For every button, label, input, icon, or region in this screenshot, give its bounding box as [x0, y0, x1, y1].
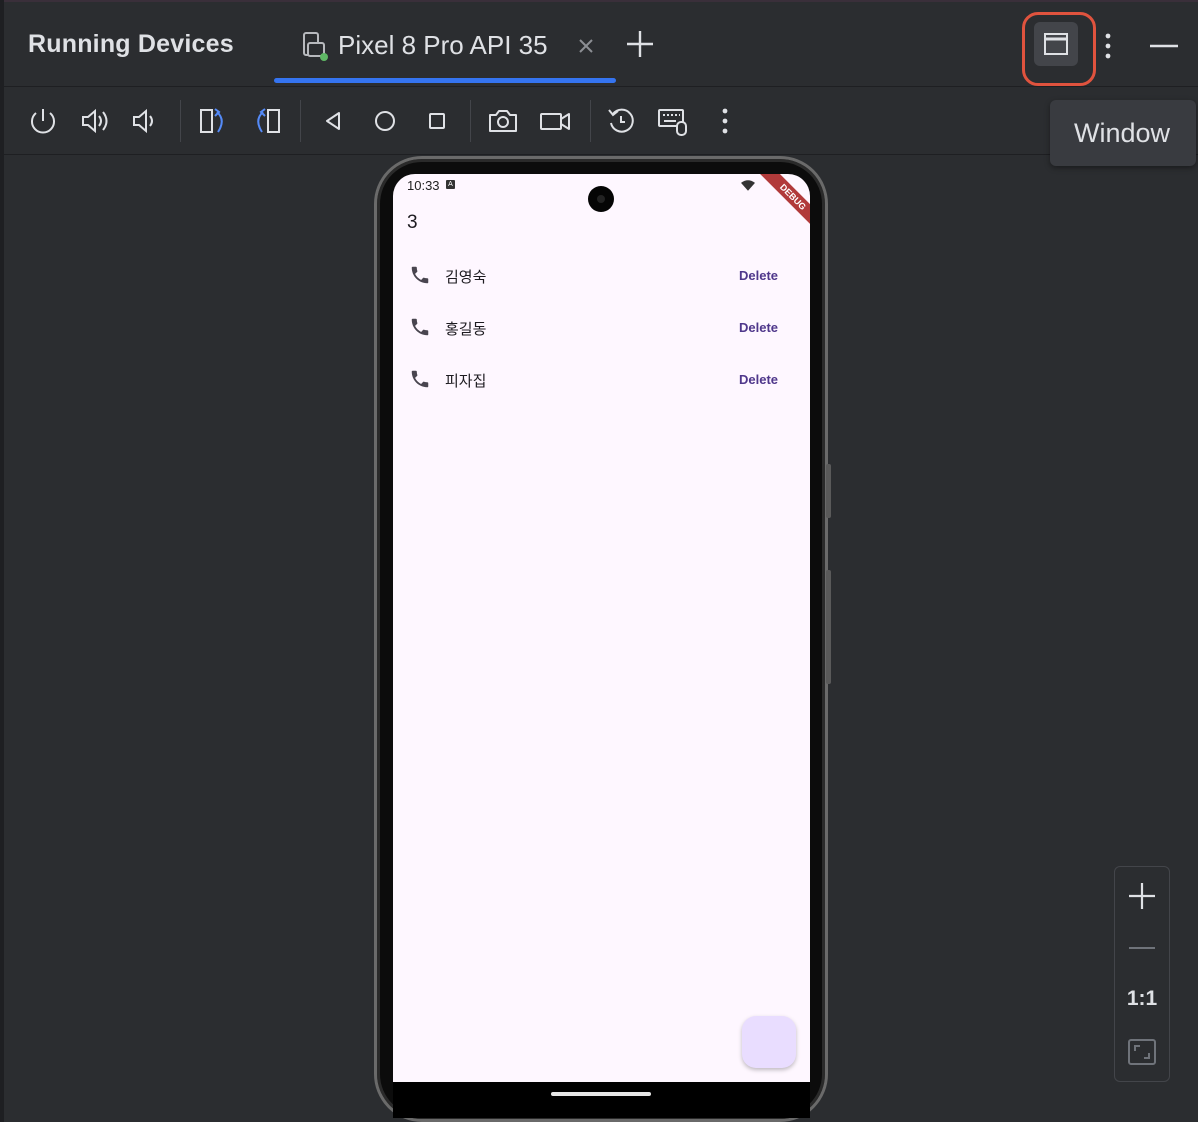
list-item[interactable]: 김영숙 Delete: [393, 250, 810, 302]
keyboard-mouse-icon[interactable]: [656, 104, 690, 138]
volume-down-icon[interactable]: [128, 104, 162, 138]
device-side-button: [826, 570, 831, 684]
screenshot-icon[interactable]: [486, 104, 520, 138]
zoom-in-icon[interactable]: [1127, 881, 1157, 911]
device-toolbar: [4, 86, 1198, 155]
overview-icon[interactable]: [420, 104, 454, 138]
delete-button[interactable]: Delete: [739, 320, 778, 335]
contact-name: 김영숙: [445, 269, 487, 286]
screen-record-icon[interactable]: [538, 104, 572, 138]
power-icon[interactable]: [26, 104, 60, 138]
tab-label: Pixel 8 Pro API 35: [338, 30, 548, 60]
left-gutter: [0, 0, 4, 1122]
toolbar-separator: [300, 100, 301, 142]
contact-name: 홍길동: [445, 321, 487, 338]
delete-button[interactable]: Delete: [739, 372, 778, 387]
device-screen[interactable]: 10:33 A DEBUG 3 김영숙 Delete 홍길동 Delete 피자…: [393, 174, 810, 1082]
delete-button[interactable]: Delete: [739, 268, 778, 283]
phone-icon: [411, 266, 429, 284]
zoom-fit-icon[interactable]: [1127, 1037, 1157, 1067]
tab-pixel-8-pro[interactable]: Pixel 8 Pro API 35: [274, 2, 616, 86]
phone-icon: [411, 318, 429, 336]
contact-name: 피자집: [445, 373, 487, 390]
reset-icon[interactable]: [604, 104, 638, 138]
toolbar-separator: [470, 100, 471, 142]
window-tooltip: Window: [1050, 100, 1196, 166]
add-icon[interactable]: [624, 28, 656, 60]
device-navigation-bar: [393, 1082, 810, 1118]
toolbar-separator: [590, 100, 591, 142]
zoom-controls: 1:1: [1114, 866, 1170, 1082]
tooltip-text: Window: [1074, 118, 1171, 148]
device-icon: [303, 32, 328, 61]
more-vertical-icon[interactable]: [708, 104, 742, 138]
highlight-box: [1022, 12, 1096, 86]
wifi-icon: [741, 180, 755, 191]
rotate-right-icon[interactable]: [250, 104, 284, 138]
back-icon[interactable]: [316, 104, 350, 138]
status-notification-icon: A: [446, 180, 455, 189]
counter-text: 3: [407, 212, 418, 233]
gesture-handle[interactable]: [551, 1092, 651, 1096]
tool-window-title: Running Devices: [28, 30, 234, 58]
active-tab-indicator: [274, 78, 616, 83]
phone-icon: [411, 370, 429, 388]
close-icon[interactable]: [576, 36, 596, 56]
camera-icon: [588, 186, 614, 212]
zoom-actual-size-button[interactable]: 1:1: [1115, 987, 1169, 1011]
rotate-left-icon[interactable]: [196, 104, 230, 138]
device-side-button: [826, 464, 831, 518]
floating-action-button[interactable]: [742, 1016, 796, 1068]
home-icon[interactable]: [368, 104, 402, 138]
status-time: 10:33: [407, 178, 440, 193]
minimize-icon[interactable]: [1148, 30, 1180, 62]
zoom-out-icon[interactable]: [1127, 933, 1157, 963]
debug-banner: DEBUG: [745, 174, 810, 245]
list-item[interactable]: 피자집 Delete: [393, 354, 810, 406]
tool-window-header: Running Devices Pixel 8 Pro API 35: [4, 2, 1198, 87]
toolbar-separator: [180, 100, 181, 142]
more-vertical-icon[interactable]: [1098, 28, 1118, 64]
list-item[interactable]: 홍길동 Delete: [393, 302, 810, 354]
volume-up-icon[interactable]: [78, 104, 112, 138]
